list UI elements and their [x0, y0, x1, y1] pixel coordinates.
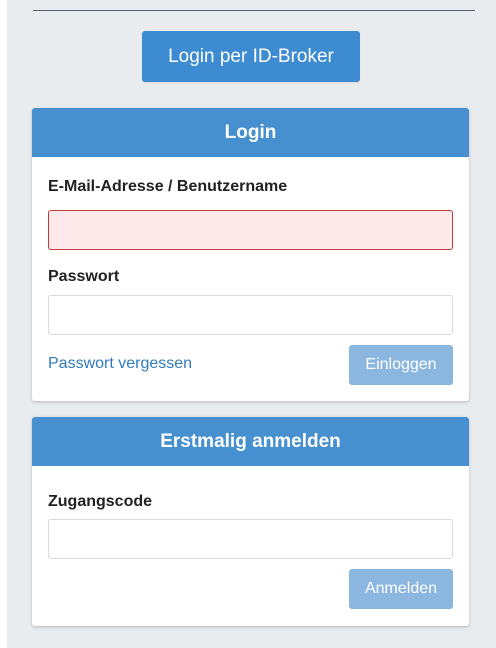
register-card-header: Erstmalig anmelden — [32, 417, 469, 466]
register-card-title: Erstmalig anmelden — [160, 430, 341, 452]
id-broker-login-button[interactable]: Login per ID-Broker — [142, 31, 360, 82]
password-label: Passwort — [48, 268, 120, 285]
login-submit-button[interactable]: Einloggen — [349, 345, 453, 385]
login-card: Login E-Mail-Adresse / Benutzername Pass… — [32, 108, 469, 401]
login-card-title: Login — [224, 121, 277, 143]
password-field[interactable] — [48, 295, 453, 335]
email-label: E-Mail-Adresse / Benutzername — [48, 178, 288, 195]
register-submit-button[interactable]: Anmelden — [349, 569, 453, 609]
forgot-password-link[interactable]: Passwort vergessen — [48, 355, 192, 373]
access-code-field[interactable] — [48, 519, 453, 559]
top-divider — [33, 10, 475, 11]
page-background: Login per ID-Broker Login E-Mail-Adresse… — [7, 0, 496, 648]
email-field[interactable] — [48, 210, 453, 250]
register-card: Erstmalig anmelden Zugangscode Anmelden — [32, 417, 469, 626]
access-code-label: Zugangscode — [48, 493, 153, 510]
login-card-header: Login — [32, 108, 469, 157]
